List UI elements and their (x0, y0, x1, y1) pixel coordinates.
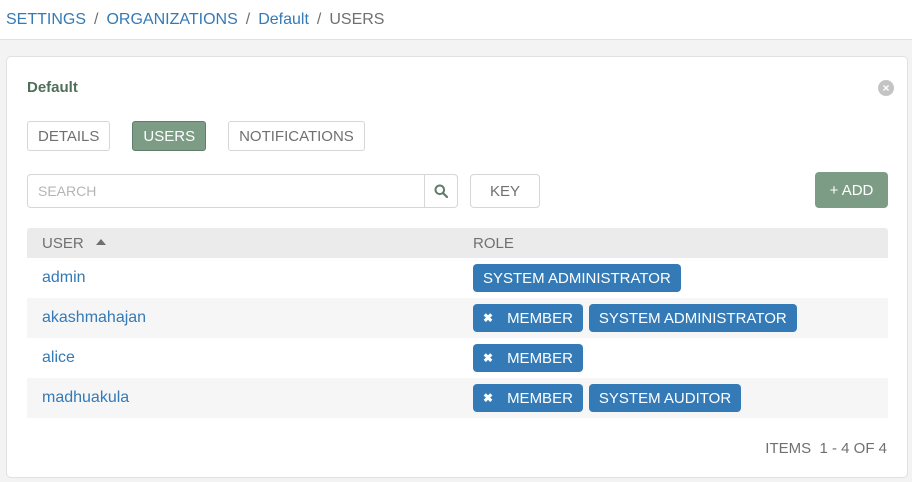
breadcrumb-default[interactable]: Default (258, 11, 309, 29)
remove-role-icon[interactable]: ✖ (483, 311, 493, 325)
column-header-user-label: USER (42, 234, 84, 252)
breadcrumb-settings[interactable]: SETTINGS (6, 11, 86, 29)
role-badge: SYSTEM ADMINISTRATOR (473, 264, 681, 292)
table-row: admin SYSTEM ADMINISTRATOR (27, 258, 888, 298)
user-link[interactable]: madhuakula (42, 389, 129, 407)
role-badge: ✖ MEMBER (473, 304, 583, 332)
column-header-role-label: ROLE (473, 234, 514, 252)
role-badge-label: MEMBER (507, 349, 573, 367)
sort-ascending-icon[interactable] (95, 238, 106, 245)
role-cell: SYSTEM ADMINISTRATOR (458, 264, 888, 292)
table-row: madhuakula ✖ MEMBER SYSTEM AUDITOR (27, 378, 888, 418)
role-badge-label: SYSTEM AUDITOR (598, 389, 732, 407)
organization-users-card: Default × DETAILS USERS NOTIFICATIONS KE… (6, 56, 908, 478)
user-link[interactable]: alice (42, 349, 75, 367)
role-badge: SYSTEM ADMINISTRATOR (588, 304, 797, 332)
card-title: Default (27, 79, 78, 96)
breadcrumb-separator: / (316, 10, 322, 28)
table-header: USER ROLE (27, 228, 888, 258)
tab-details[interactable]: DETAILS (27, 121, 111, 151)
items-count-label: ITEMS (765, 440, 812, 457)
tab-users[interactable]: USERS (132, 121, 207, 151)
role-badge-label: MEMBER (507, 389, 573, 407)
search-group (27, 174, 458, 208)
items-count: ITEMS 1 - 4 OF 4 (765, 440, 887, 457)
users-table: USER ROLE admin SYSTEM ADMINISTRATOR aka… (27, 228, 888, 418)
role-badge: SYSTEM AUDITOR (588, 384, 742, 412)
user-link[interactable]: admin (42, 269, 86, 287)
tab-notifications[interactable]: NOTIFICATIONS (228, 121, 365, 151)
search-input[interactable] (27, 174, 424, 208)
role-badge-label: SYSTEM ADMINISTRATOR (483, 269, 671, 287)
role-badge-label: SYSTEM ADMINISTRATOR (598, 309, 787, 327)
search-button[interactable] (424, 174, 458, 208)
user-cell: alice (27, 349, 458, 367)
table-row: akashmahajan ✖ MEMBER SYSTEM ADMINISTRAT… (27, 298, 888, 338)
search-icon (434, 184, 448, 198)
user-cell: madhuakula (27, 389, 458, 407)
user-cell: akashmahajan (27, 309, 458, 327)
close-icon[interactable]: × (878, 80, 894, 96)
table-row: alice ✖ MEMBER (27, 338, 888, 378)
role-cell: ✖ MEMBER (458, 344, 888, 372)
column-header-role: ROLE (458, 235, 888, 252)
remove-role-icon[interactable]: ✖ (483, 391, 493, 405)
breadcrumb-users: USERS (329, 10, 385, 28)
breadcrumb: SETTINGS / ORGANIZATIONS / Default / USE… (0, 0, 912, 40)
tab-bar: DETAILS USERS NOTIFICATIONS (27, 121, 365, 151)
breadcrumb-separator: / (245, 10, 251, 28)
user-cell: admin (27, 269, 458, 287)
role-badge: ✖ MEMBER (473, 384, 583, 412)
add-button[interactable]: + ADD (815, 172, 888, 208)
role-badge-label: MEMBER (507, 309, 573, 327)
breadcrumb-organizations[interactable]: ORGANIZATIONS (106, 11, 237, 29)
role-cell: ✖ MEMBER SYSTEM AUDITOR (458, 384, 888, 412)
key-button[interactable]: KEY (470, 174, 540, 208)
breadcrumb-separator: / (94, 10, 99, 28)
role-badge: ✖ MEMBER (473, 344, 583, 372)
role-cell: ✖ MEMBER SYSTEM ADMINISTRATOR (458, 304, 888, 332)
column-header-user[interactable]: USER (27, 235, 458, 252)
user-link[interactable]: akashmahajan (42, 309, 146, 327)
items-count-range: 1 - 4 OF 4 (819, 440, 887, 457)
remove-role-icon[interactable]: ✖ (483, 351, 493, 365)
